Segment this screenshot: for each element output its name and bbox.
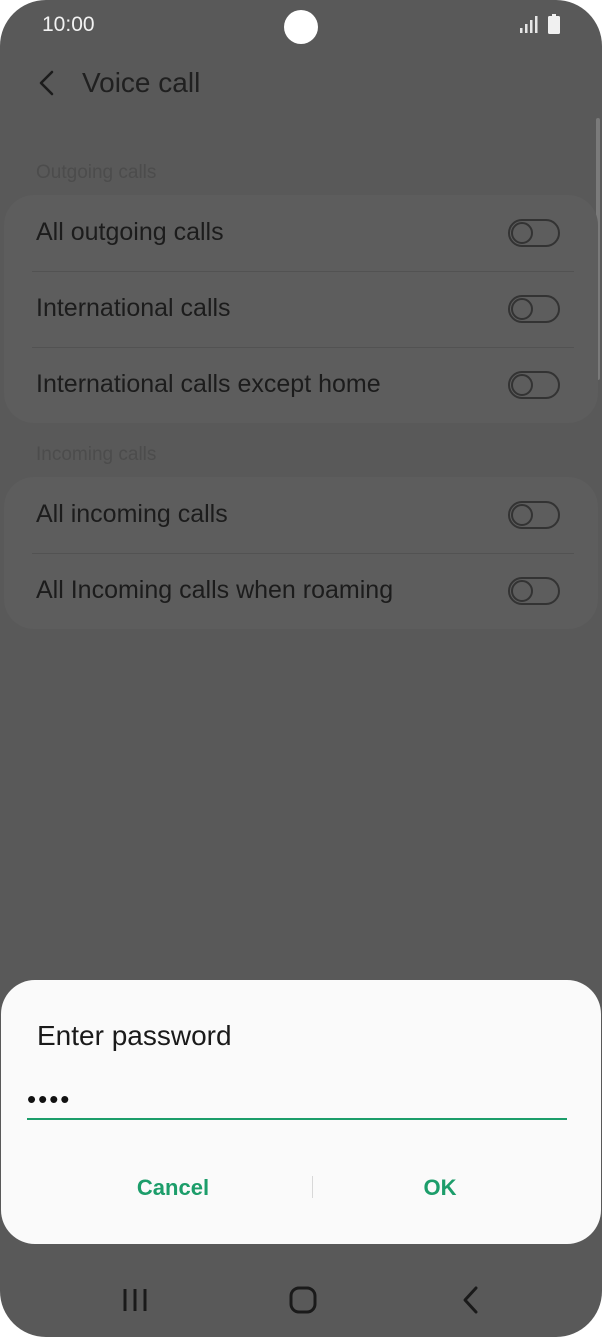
dialog-title: Enter password: [37, 1020, 232, 1051]
setting-row-all-outgoing-calls[interactable]: All outgoing calls: [4, 195, 598, 271]
setting-label: All outgoing calls: [36, 218, 224, 246]
setting-row-all-incoming-calls[interactable]: All incoming calls: [4, 477, 598, 553]
setting-row-incoming-when-roaming[interactable]: All Incoming calls when roaming: [4, 553, 598, 629]
front-camera-cutout: [284, 10, 318, 44]
phone-screen: 10:00 Voice call Outgoing calls All outg…: [0, 0, 602, 1337]
recent-apps-icon[interactable]: [110, 1282, 160, 1318]
setting-row-international-calls[interactable]: International calls: [4, 271, 598, 347]
toggle-switch[interactable]: [508, 501, 560, 529]
navigation-bar: [0, 1262, 602, 1337]
section-label-incoming: Incoming calls: [36, 444, 157, 465]
setting-label: International calls except home: [36, 370, 381, 398]
toggle-switch[interactable]: [508, 577, 560, 605]
back-chevron-icon[interactable]: [446, 1282, 496, 1318]
password-dialog: Enter password •••• Cancel OK: [1, 980, 601, 1244]
setting-row-international-except-home[interactable]: International calls except home: [4, 347, 598, 423]
app-header: Voice call: [0, 52, 602, 114]
toggle-switch[interactable]: [508, 219, 560, 247]
toggle-knob: [511, 222, 533, 244]
battery-icon: [548, 14, 560, 34]
ok-button[interactable]: OK: [306, 1166, 574, 1210]
setting-label: All Incoming calls when roaming: [36, 576, 394, 604]
setting-label: International calls: [36, 294, 231, 322]
toggle-switch[interactable]: [508, 295, 560, 323]
outgoing-calls-card: All outgoing calls International calls I…: [4, 195, 598, 423]
incoming-calls-card: All incoming calls All Incoming calls wh…: [4, 477, 598, 629]
toggle-knob: [511, 374, 533, 396]
cellular-signal-icon: [520, 16, 538, 33]
section-label-outgoing: Outgoing calls: [36, 162, 157, 183]
toggle-knob: [511, 298, 533, 320]
page-title: Voice call: [82, 67, 201, 98]
setting-label: All incoming calls: [36, 500, 228, 528]
status-time: 10:00: [42, 13, 95, 36]
toggle-knob: [511, 580, 533, 602]
chevron-left-icon[interactable]: [30, 66, 64, 100]
toggle-knob: [511, 504, 533, 526]
toggle-switch[interactable]: [508, 371, 560, 399]
cancel-button[interactable]: Cancel: [39, 1166, 307, 1210]
password-input[interactable]: ••••: [27, 1080, 567, 1120]
home-icon[interactable]: [278, 1282, 328, 1318]
status-bar: 10:00: [0, 0, 602, 52]
